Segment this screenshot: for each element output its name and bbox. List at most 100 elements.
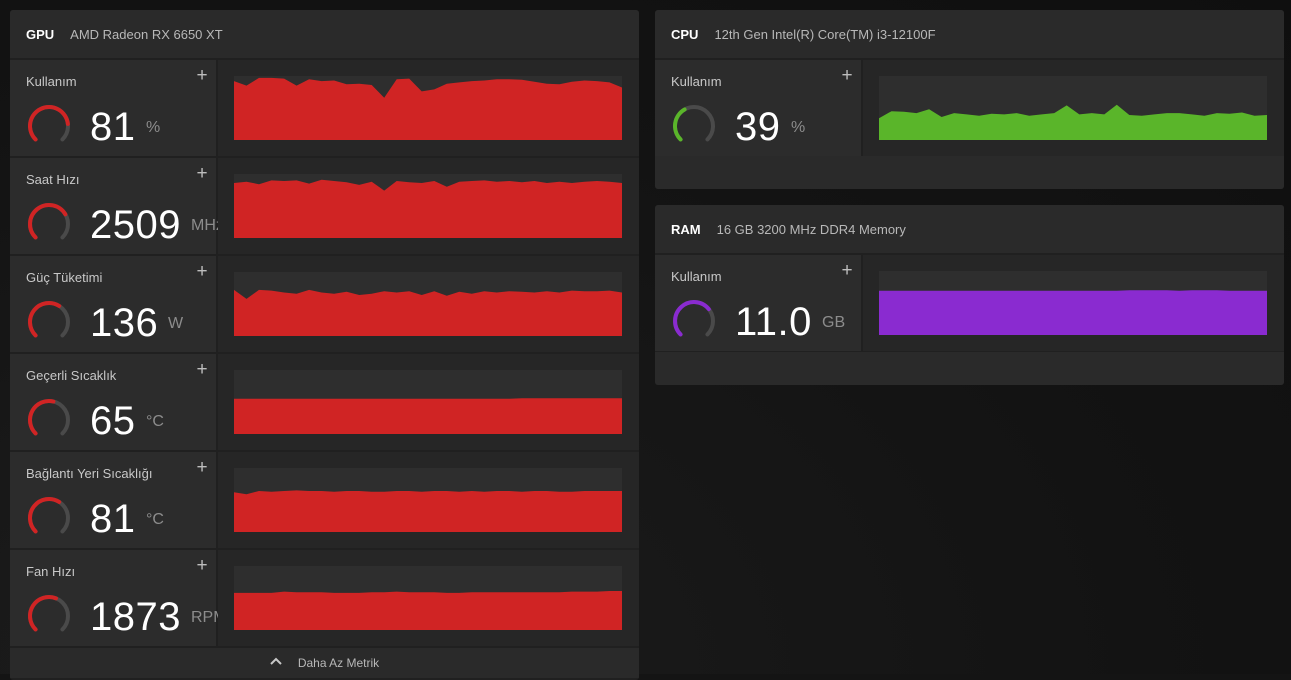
ram-metric-0-history-graph — [879, 290, 1267, 335]
gpu-type-label: GPU — [26, 26, 55, 42]
gpu-metric-5-gauge-fill — [28, 594, 58, 632]
gpu-metric-5-gauge-icon — [28, 594, 70, 632]
cpu-metric-0-row: Kullanım +39% — [655, 60, 1284, 156]
ram-model-name: 16 GB 3200 MHz DDR4 Memory — [716, 221, 906, 237]
gpu-metric-4-gauge-fill — [28, 496, 62, 534]
cpu-metric-0-gauge — [671, 103, 717, 149]
gpu-metric-1-gauge-icon — [28, 203, 70, 240]
cpu-metric-0-value: 39 — [735, 105, 781, 149]
gpu-metric-5-graph-area — [218, 550, 639, 646]
cpu-metric-0-gauge-fill — [673, 107, 687, 142]
gpu-metric-1-value: 2509 — [90, 203, 181, 247]
gpu-metric-2-gauge — [26, 299, 72, 345]
cpu-metric-0-graph-area — [863, 60, 1284, 156]
ram-metric-0-graph-area — [863, 255, 1284, 351]
gpu-metric-0-add-icon[interactable]: + — [194, 66, 210, 85]
gpu-metric-3-gauge-icon — [28, 399, 70, 436]
cpu-panel-header: CPU 12th Gen Intel(R) Core(TM) i3-12100F — [655, 10, 1284, 58]
gpu-metric-5-row: Fan Hızı +1873 RPM — [10, 550, 639, 646]
gpu-metric-0-history-area — [234, 77, 622, 140]
gpu-metric-3-add-icon[interactable]: + — [194, 360, 210, 379]
gpu-metric-2-add-icon[interactable]: + — [194, 262, 210, 281]
gpu-metric-5-history-graph — [234, 591, 622, 630]
ram-metric-0-value: 11.0 — [735, 300, 812, 344]
gpu-metric-4-history-graph — [234, 490, 622, 532]
ram-metric-0-label: Kullanım — [671, 269, 722, 284]
ram-metric-0-history-area — [879, 290, 1267, 335]
ram-panel-header: RAM 16 GB 3200 MHz DDR4 Memory — [655, 205, 1284, 253]
gpu-metric-4-graph — [234, 468, 622, 532]
cpu-metric-0-history-graph — [879, 104, 1267, 140]
gpu-metric-0-graph-area — [218, 60, 639, 156]
gpu-metric-1-summary: Saat Hızı +2509 MHz — [10, 158, 224, 254]
gpu-metric-2-history-graph — [234, 289, 622, 336]
gpu-metric-3-label: Geçerli Sıcaklık — [26, 368, 117, 383]
gpu-metric-5-history-area — [234, 591, 622, 630]
gpu-metric-1-gauge — [26, 201, 72, 247]
gpu-metric-1-graph-area — [218, 158, 639, 254]
ram-metric-0-row: Kullanım +11.0 GB — [655, 255, 1284, 351]
gpu-metric-2-row: Güç Tüketimi +136 W — [10, 256, 639, 352]
chevron-up-icon — [270, 657, 282, 665]
gpu-metric-5-label: Fan Hızı — [26, 564, 76, 579]
cpu-panel-footer — [655, 156, 1284, 189]
gpu-metric-2-gauge-icon — [28, 300, 70, 338]
gpu-metric-2-history-area — [234, 289, 622, 336]
gpu-panel-header: GPU AMD Radeon RX 6650 XT — [10, 10, 639, 58]
gpu-metric-4-value: 81 — [90, 497, 136, 541]
gpu-metric-3-gauge — [26, 397, 72, 443]
cpu-metric-0-add-icon[interactable]: + — [839, 66, 855, 85]
gpu-metric-1-row: Saat Hızı +2509 MHz — [10, 158, 639, 254]
gpu-metric-4-history-area — [234, 490, 622, 532]
gpu-metric-1-history-area — [234, 179, 622, 238]
ram-metric-0-summary: Kullanım +11.0 GB — [655, 255, 861, 351]
gpu-metric-5-value: 1873 — [90, 595, 181, 639]
gpu-metric-0-summary: Kullanım +81% — [10, 60, 216, 156]
gpu-metric-3-summary: Geçerli Sıcaklık +65 °C — [10, 354, 216, 450]
gpu-metric-2-gauge-fill — [28, 300, 62, 338]
gpu-metric-4-summary: Bağlantı Yeri Sıcaklığı +81 °C — [10, 452, 216, 548]
gpu-metric-5-summary: Fan Hızı +1873 RPM — [10, 550, 227, 646]
ram-metric-0-unit: GB — [822, 314, 846, 331]
ram-metric-0-gauge-icon — [673, 300, 715, 337]
gpu-metric-0-graph — [234, 76, 622, 140]
gpu-metric-3-history-area — [234, 398, 622, 434]
ram-metric-0-gauge-fill — [673, 300, 711, 337]
gpu-metric-3-graph-area — [218, 354, 639, 450]
cpu-panel: CPU 12th Gen Intel(R) Core(TM) i3-12100F… — [655, 10, 1284, 189]
gpu-metric-4-gauge-icon — [28, 496, 70, 534]
gpu-metric-0-label: Kullanım — [26, 74, 77, 89]
less-metrics-label: Daha Az Metrik — [297, 656, 380, 670]
gpu-model-name: AMD Radeon RX 6650 XT — [70, 26, 223, 42]
cpu-type-label: CPU — [671, 26, 699, 42]
ram-panel: RAM 16 GB 3200 MHz DDR4 Memory Kullanım +… — [655, 205, 1284, 385]
gpu-metric-3-unit: °C — [146, 413, 164, 430]
cpu-metric-0-summary: Kullanım +39% — [655, 60, 861, 156]
gpu-metric-4-row: Bağlantı Yeri Sıcaklığı +81 °C — [10, 452, 639, 548]
gpu-metric-0-row: Kullanım +81% — [10, 60, 639, 156]
gpu-metric-3-graph — [234, 370, 622, 434]
gpu-panel: GPU AMD Radeon RX 6650 XT Kullanım +81% Sa… — [10, 10, 639, 680]
gpu-metric-1-graph — [234, 174, 622, 238]
ram-metric-0-graph — [879, 271, 1267, 335]
gpu-metric-2-unit: W — [168, 315, 184, 332]
ram-type-label: RAM — [671, 221, 701, 237]
gpu-metric-4-add-icon[interactable]: + — [194, 458, 210, 477]
gpu-metric-0-gauge-fill — [28, 105, 70, 142]
gpu-metric-5-graph — [234, 566, 622, 630]
gpu-metric-1-add-icon[interactable]: + — [194, 164, 210, 183]
gpu-metric-0-gauge — [26, 103, 72, 149]
gpu-metric-0-gauge-icon — [28, 105, 70, 142]
gpu-metric-5-add-icon[interactable]: + — [194, 556, 210, 575]
gpu-metric-0-history-graph — [234, 77, 622, 140]
gpu-metric-3-history-graph — [234, 398, 622, 434]
cpu-metric-0-label: Kullanım — [671, 74, 722, 89]
gpu-metric-2-summary: Güç Tüketimi +136 W — [10, 256, 216, 352]
gpu-metric-2-graph-area — [218, 256, 639, 352]
ram-metric-0-add-icon[interactable]: + — [839, 261, 855, 280]
gpu-metric-4-label: Bağlantı Yeri Sıcaklığı — [26, 466, 153, 481]
gpu-metric-4-graph-area — [218, 452, 639, 548]
gpu-metric-2-value: 136 — [90, 301, 159, 345]
gpu-metric-2-graph — [234, 272, 622, 336]
gpu-metric-4-unit: °C — [146, 511, 164, 528]
